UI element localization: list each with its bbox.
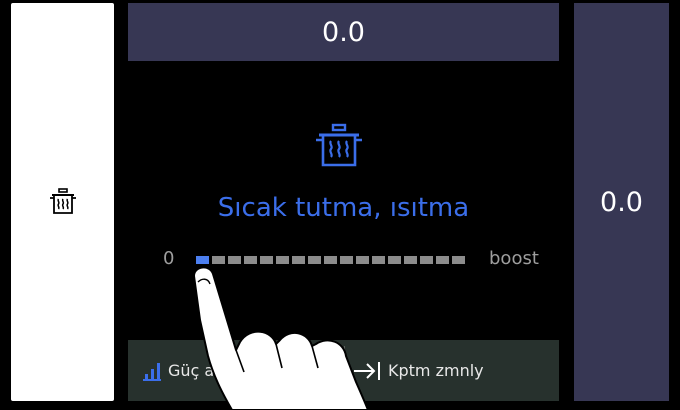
timer-button-label: Kptm zmnly xyxy=(388,361,484,380)
level-segment[interactable] xyxy=(420,256,433,264)
level-segment[interactable] xyxy=(436,256,449,264)
top-value-button[interactable]: 0.0 xyxy=(128,3,559,61)
pointing-hand-icon xyxy=(193,266,369,410)
top-value: 0.0 xyxy=(322,16,365,48)
keep-warm-pot-icon xyxy=(49,188,76,214)
right-value: 0.0 xyxy=(600,186,643,218)
level-segment[interactable] xyxy=(404,256,417,264)
level-min-label: 0 xyxy=(163,248,175,269)
left-zone-button[interactable] xyxy=(11,3,114,401)
level-max-label: boost xyxy=(489,248,539,269)
cooktop-display: 0.0 Sıcak tutma, ısıtma 0 boost Güç a Kp… xyxy=(0,0,680,410)
program-title: Sıcak tutma, ısıtma xyxy=(217,193,470,223)
power-bars-icon xyxy=(143,362,161,381)
right-zone-button[interactable]: 0.0 xyxy=(574,3,669,401)
keep-warm-pot-icon xyxy=(316,123,362,167)
level-segment[interactable] xyxy=(388,256,401,264)
level-segment[interactable] xyxy=(452,256,465,264)
